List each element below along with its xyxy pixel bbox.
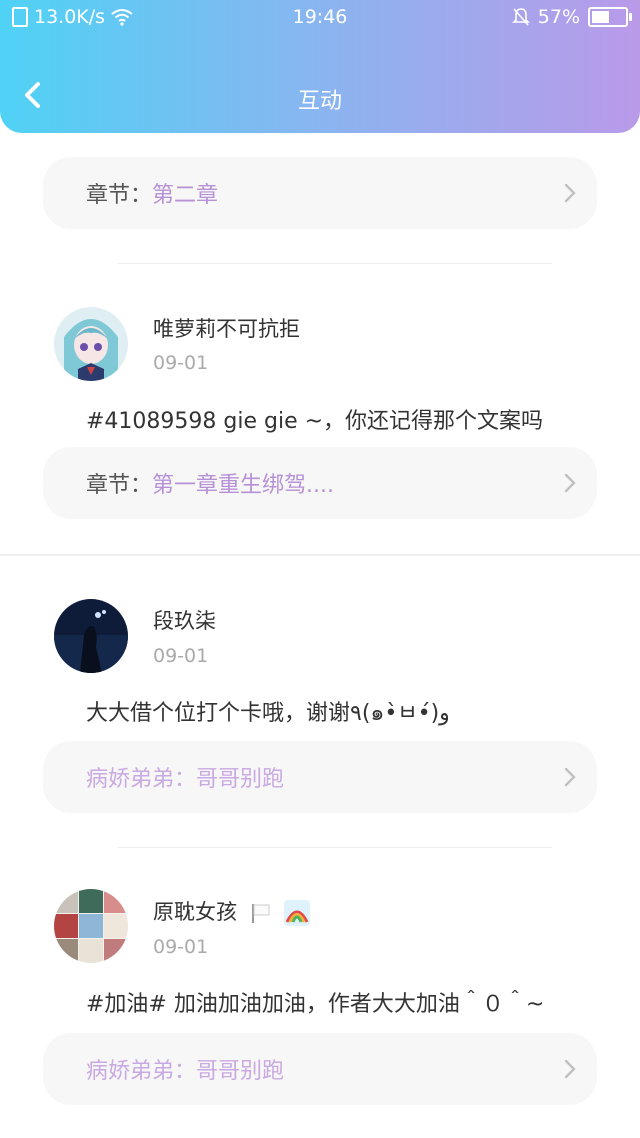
chapter-label: 章节： <box>86 473 153 498</box>
chapter-link[interactable]: 章节： 第一章重生绑驾.... <box>43 447 597 519</box>
chapter-label: 病娇弟弟： <box>86 767 197 792</box>
chapter-label: 病娇弟弟： <box>86 1059 197 1084</box>
page-title: 互动 <box>297 89 342 114</box>
chevron-right-icon <box>564 183 576 203</box>
divider <box>118 847 552 848</box>
interaction-list: 章节： 第二章 唯萝莉不可抗拒 09-01 #41089598 gie gie … <box>0 133 640 1138</box>
header-bar: 13.0K/s 19:46 57% 互动 <box>0 0 640 133</box>
battery-level-fill <box>592 11 609 23</box>
username[interactable]: 段玖柒 <box>153 605 216 635</box>
chapter-link[interactable]: 病娇弟弟： 哥哥别跑 <box>43 741 597 813</box>
chevron-right-icon <box>564 1059 576 1079</box>
post-date: 09-01 <box>153 352 209 374</box>
user-avatar[interactable] <box>54 889 128 963</box>
chapter-value: 第二章 <box>152 183 219 208</box>
username[interactable]: 原耽女孩 <box>153 900 237 924</box>
chevron-right-icon <box>564 767 576 787</box>
chapter-value: 第一章重生绑驾.... <box>152 473 334 498</box>
status-bar: 13.0K/s 19:46 57% <box>0 0 640 34</box>
bell-muted-icon <box>511 8 530 26</box>
user-avatar[interactable] <box>54 599 128 673</box>
comment-text: #加油# 加油加油加油，作者大大加油＾０＾~ <box>86 992 545 1017</box>
chevron-right-icon <box>564 473 576 493</box>
post-date: 09-01 <box>153 645 209 667</box>
white-flag-icon <box>251 904 270 923</box>
chapter-label: 章节： <box>86 183 153 208</box>
battery-icon <box>588 7 632 27</box>
post-date: 09-01 <box>153 936 209 958</box>
chapter-value: 哥哥别跑 <box>196 1059 285 1084</box>
comment-text: 大大借个位打个卡哦，谢谢٩(๑•̀ㅂ•́)و <box>86 701 450 726</box>
chapter-link[interactable]: 章节： 第二章 <box>43 157 597 229</box>
user-avatar[interactable] <box>54 307 128 381</box>
rainbow-icon <box>284 900 311 926</box>
battery-percent: 57% <box>537 6 580 28</box>
username[interactable]: 唯萝莉不可抗拒 <box>153 313 300 343</box>
divider <box>118 263 552 264</box>
chapter-value: 哥哥别跑 <box>196 767 285 792</box>
section-separator <box>0 554 640 556</box>
username-row: 原耽女孩 <box>153 896 311 926</box>
chapter-link[interactable]: 病娇弟弟： 哥哥别跑 <box>43 1033 597 1105</box>
comment-text: #41089598 gie gie ~，你还记得那个文案吗 <box>86 409 544 434</box>
